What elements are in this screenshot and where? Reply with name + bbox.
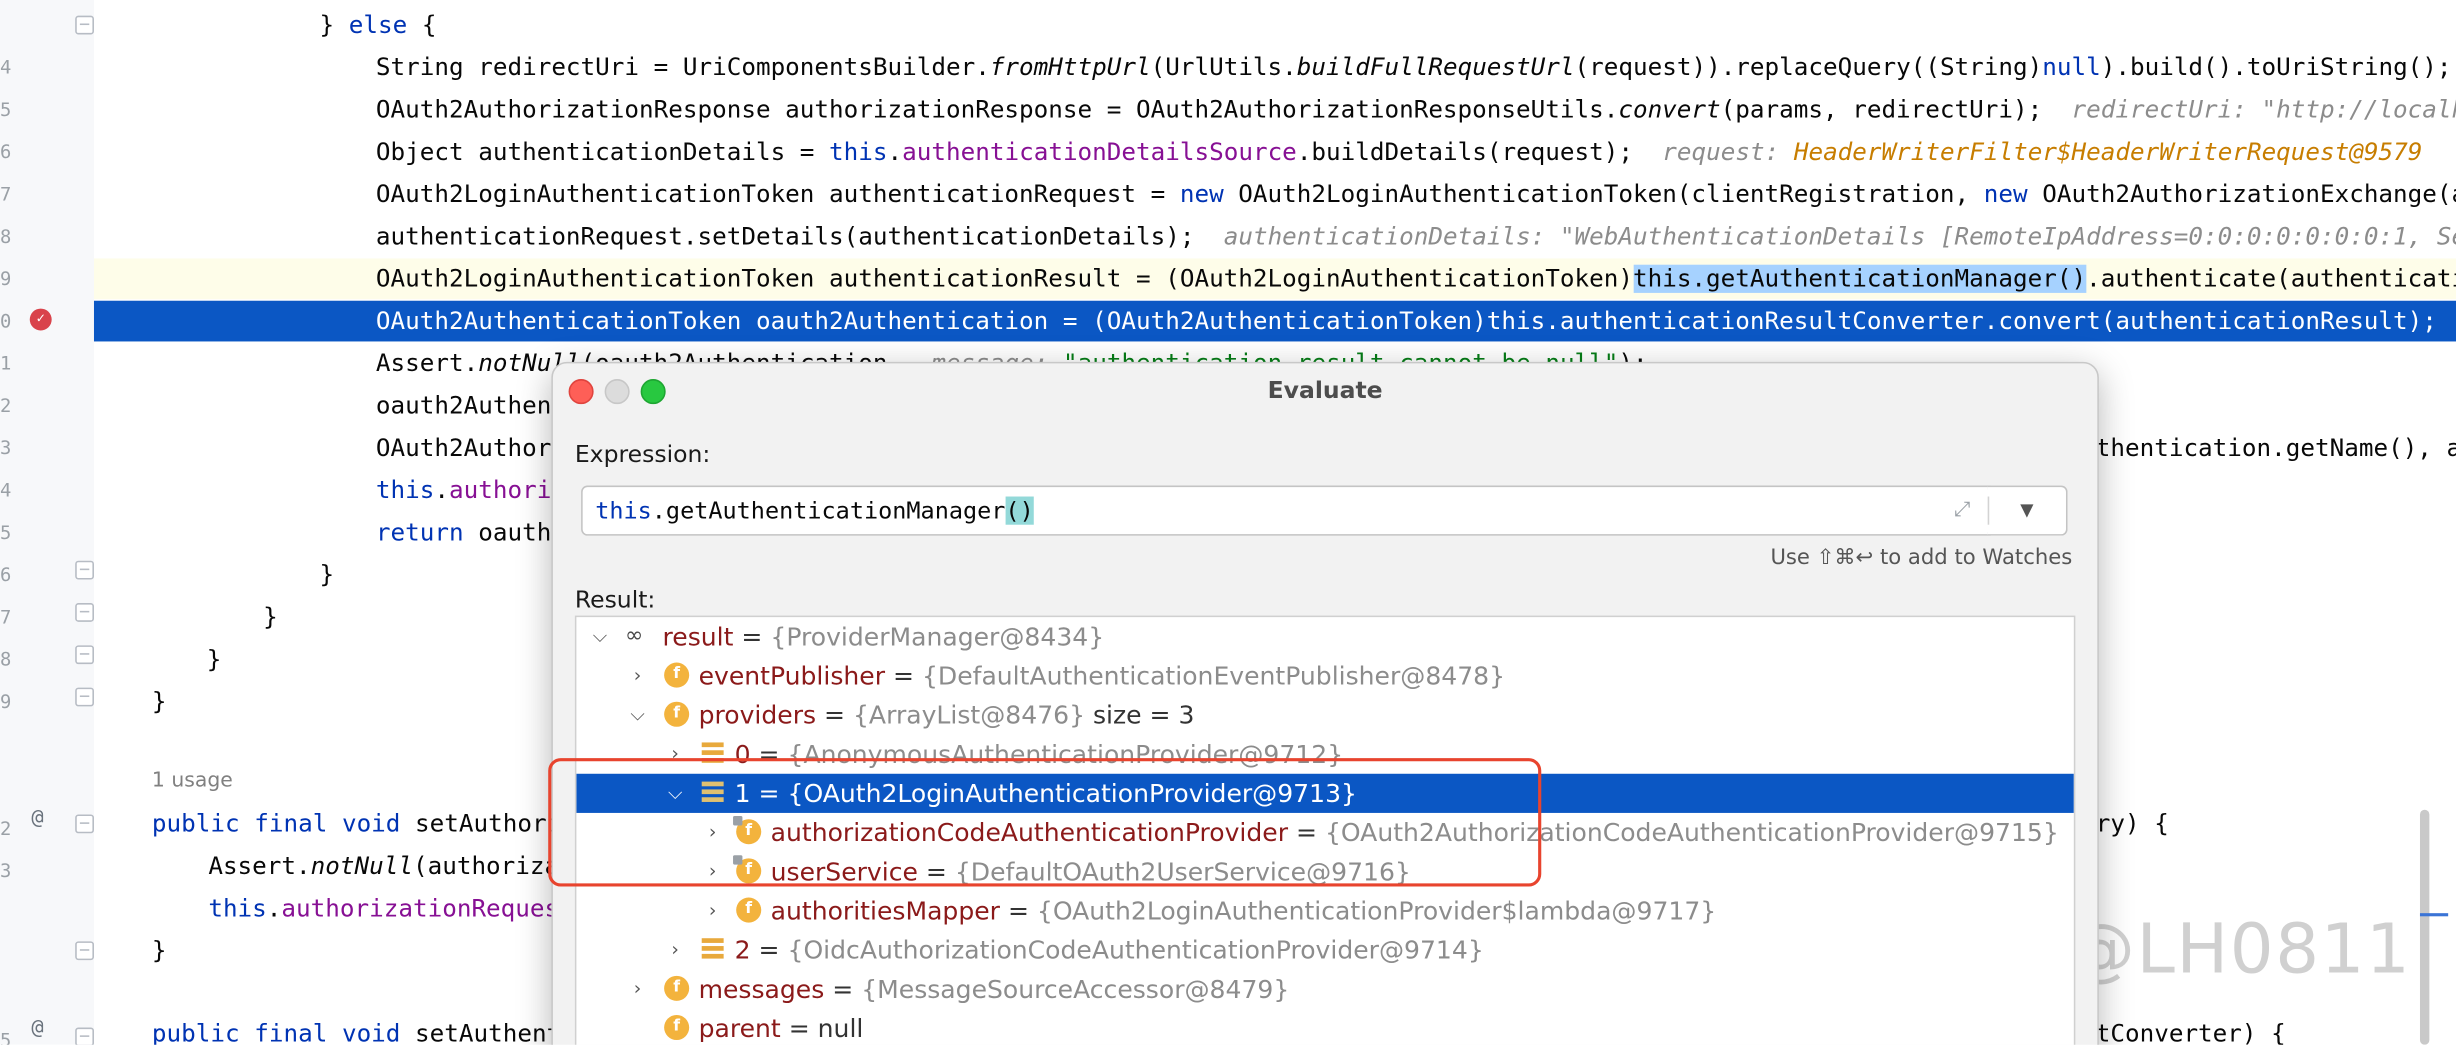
- line-number: 7: [0, 606, 12, 629]
- line-number: 9: [0, 267, 12, 290]
- watch-glasses-icon: ∞: [624, 623, 644, 649]
- field-icon: f: [736, 897, 762, 923]
- fold-marker-icon[interactable]: [75, 560, 94, 580]
- line-number: 3: [0, 437, 12, 459]
- line-number: 2: [0, 817, 12, 840]
- fold-marker-icon[interactable]: [75, 1027, 94, 1045]
- chevron-right-icon[interactable]: ›: [627, 656, 649, 695]
- chevron-down-icon[interactable]: ⌵: [627, 695, 649, 734]
- fold-marker-icon[interactable]: [75, 645, 94, 665]
- expression-text[interactable]: this.getAuthenticationManager(): [595, 496, 1034, 525]
- line-number: 2: [0, 394, 12, 417]
- line-number: 5: [0, 1029, 12, 1045]
- tree-row[interactable]: › f messages = {MessageSourceAccessor@84…: [576, 970, 2073, 1009]
- editor-gutter: 4 5 6 7 8 9 0 1 2 3 4 5 6 7 8 9 2 3 5 @ …: [0, 0, 94, 1045]
- screenshot-stage: 4 5 6 7 8 9 0 1 2 3 4 5 6 7 8 9 2 3 5 @ …: [0, 0, 2456, 1045]
- chevron-right-icon[interactable]: ›: [702, 891, 724, 930]
- chevron-right-icon[interactable]: ›: [664, 930, 686, 969]
- tree-row[interactable]: ⌵ ∞ result = {ProviderManager@8434}: [576, 617, 2073, 656]
- fold-marker-icon[interactable]: [75, 15, 94, 35]
- dialog-titlebar[interactable]: Evaluate: [553, 363, 2097, 419]
- line-number: 8: [0, 225, 12, 248]
- line-number: 6: [0, 140, 12, 163]
- expression-input[interactable]: this.getAuthenticationManager() ⤢: [581, 485, 1991, 536]
- code-line-current: OAuth2LoginAuthenticationToken authentic…: [93, 258, 2456, 300]
- line-number: 6: [0, 563, 12, 586]
- selected-expression[interactable]: this.getAuthenticationManager(): [1632, 265, 2087, 293]
- expression-history-dropdown[interactable]: ▼: [1987, 485, 2068, 536]
- line-number: 7: [0, 183, 12, 206]
- line-number: 8: [0, 648, 12, 671]
- highlight-annotation-box: [548, 758, 1542, 887]
- line-number: 5: [0, 521, 12, 544]
- line-number: 4: [0, 56, 12, 79]
- line-number: 4: [0, 479, 12, 502]
- fold-marker-icon[interactable]: [75, 603, 94, 622]
- evaluate-dialog: Evaluate Expression: this.getAuthenticat…: [551, 361, 2099, 1045]
- line-number: 5: [0, 98, 12, 121]
- line-number: 3: [0, 859, 12, 882]
- chevron-right-icon[interactable]: ›: [627, 970, 649, 1009]
- tree-row[interactable]: › 2 = {OidcAuthorizationCodeAuthenticati…: [576, 930, 2073, 969]
- fold-marker-icon[interactable]: [75, 687, 94, 707]
- field-icon: f: [664, 701, 690, 727]
- add-to-watches-hint: Use ⇧⌘↩ to add to Watches: [1770, 545, 2073, 571]
- result-label: Result:: [574, 585, 656, 614]
- chevron-down-icon: ▼: [2020, 499, 2034, 521]
- field-icon: f: [664, 662, 690, 688]
- tree-row[interactable]: › f eventPublisher = {DefaultAuthenticat…: [576, 656, 2073, 695]
- line-number: 0: [0, 310, 12, 333]
- expression-label: Expression:: [574, 440, 711, 469]
- tree-row[interactable]: › f authoritiesMapper = {OAuth2LoginAuth…: [576, 891, 2073, 930]
- chevron-down-icon[interactable]: ⌵: [589, 617, 611, 656]
- breakpoint-icon[interactable]: [29, 308, 52, 331]
- fold-marker-icon[interactable]: [75, 814, 94, 834]
- editor-scrollbar-thumb[interactable]: [2419, 809, 2430, 1045]
- code-line: OAuth2LoginAuthenticationToken authentic…: [375, 180, 2456, 209]
- field-icon: f: [664, 975, 690, 1001]
- expand-editor-icon[interactable]: ⤢: [1954, 498, 1970, 521]
- field-icon: f: [664, 1014, 690, 1041]
- code-line: authenticationRequest.setDetails(authent…: [375, 222, 2456, 251]
- code-line-execution-point: OAuth2AuthenticationToken oauth2Authenti…: [93, 300, 2456, 342]
- code-line: OAuth2AuthorizationResponse authorizatio…: [375, 95, 2456, 124]
- usage-count-hint[interactable]: 1 usage: [152, 769, 233, 792]
- override-annotation-icon[interactable]: @: [31, 1017, 43, 1040]
- fold-marker-icon[interactable]: [75, 941, 94, 961]
- dialog-title: Evaluate: [1267, 375, 1383, 405]
- code-line: Object authenticationDetails = this.auth…: [375, 137, 2423, 167]
- line-number: 9: [0, 690, 12, 713]
- code-line: } else {: [319, 10, 437, 40]
- scrollbar-marker: [2419, 913, 2449, 917]
- line-number: 1: [0, 352, 12, 375]
- override-annotation-icon[interactable]: @: [31, 807, 43, 830]
- array-element-icon: [701, 938, 724, 960]
- code-line: String redirectUri = UriComponentsBuilde…: [375, 53, 2452, 82]
- tree-row[interactable]: f parent = null: [576, 1009, 2073, 1045]
- tree-row[interactable]: ⌵ f providers = {ArrayList@8476} size = …: [576, 695, 2073, 734]
